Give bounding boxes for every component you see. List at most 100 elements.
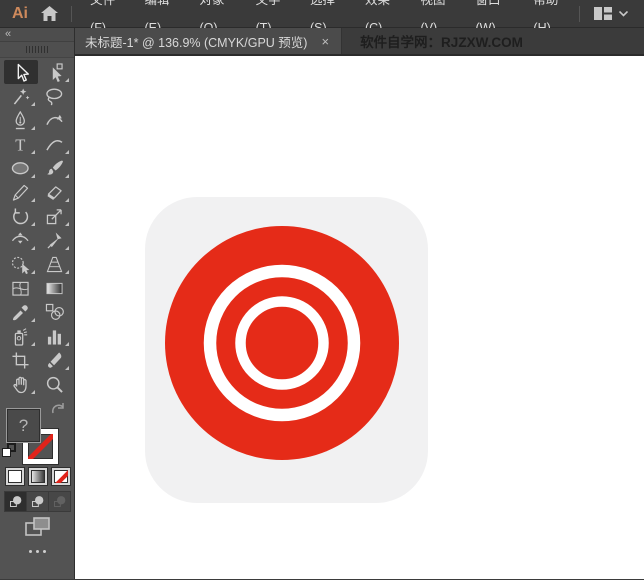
draw-normal-icon	[8, 494, 23, 509]
flyout-triangle-icon	[65, 78, 69, 82]
gradient-button[interactable]	[29, 468, 47, 485]
document-tab-title: 未标题-1* @ 136.9% (CMYK/GPU 预览)	[85, 32, 307, 51]
shape-builder-icon	[11, 255, 30, 274]
paintbrush-tool[interactable]	[38, 156, 72, 180]
scale-tool[interactable]	[38, 204, 72, 228]
ellipse-icon	[11, 159, 30, 178]
color-button[interactable]	[6, 468, 24, 485]
slice-tool[interactable]	[38, 348, 72, 372]
selection-tool[interactable]	[4, 60, 38, 84]
rotate-tool[interactable]	[4, 204, 38, 228]
home-icon	[41, 6, 58, 21]
perspective-grid-tool[interactable]	[38, 252, 72, 276]
screen-mode-icon	[25, 517, 51, 537]
lasso-tool[interactable]	[38, 84, 72, 108]
dot-icon	[43, 550, 46, 553]
line-segment-tool[interactable]	[38, 132, 72, 156]
shape-builder-tool[interactable]	[4, 252, 38, 276]
direct-selection-tool[interactable]	[38, 60, 72, 84]
eraser-icon	[45, 183, 64, 202]
eraser-tool[interactable]	[38, 180, 72, 204]
swap-arrow-icon	[50, 402, 67, 416]
artboard-canvas[interactable]	[75, 56, 644, 579]
workspace-layout-icon	[594, 7, 612, 20]
width-icon	[11, 231, 30, 250]
none-slash-icon	[52, 468, 70, 485]
puppet-warp-tool[interactable]	[38, 228, 72, 252]
fill-stroke-cluster: ?	[0, 402, 75, 468]
red-circle-shape[interactable]	[165, 226, 399, 460]
document-tab[interactable]: 未标题-1* @ 136.9% (CMYK/GPU 预览) ×	[75, 28, 342, 54]
pen-icon	[11, 111, 30, 130]
tools-panel-collapse[interactable]: «	[0, 28, 74, 42]
mesh-tool[interactable]	[4, 276, 38, 300]
flyout-triangle-icon	[31, 150, 35, 154]
selection-icon	[11, 63, 30, 82]
perspective-grid-icon	[45, 255, 64, 274]
pencil-icon	[11, 183, 30, 202]
pencil-tool[interactable]	[4, 180, 38, 204]
draw-behind-icon	[30, 494, 45, 509]
width-tool[interactable]	[4, 228, 38, 252]
fill-unknown-indicator: ?	[19, 416, 28, 436]
gradient-icon	[45, 279, 64, 298]
magic-wand-tool[interactable]	[4, 84, 38, 108]
flyout-triangle-icon	[31, 270, 35, 274]
curvature-icon	[45, 111, 64, 130]
home-button[interactable]	[38, 4, 61, 24]
magic-wand-icon	[11, 87, 30, 106]
symbol-sprayer-tool[interactable]	[4, 324, 38, 348]
none-button[interactable]	[52, 468, 70, 485]
column-graph-tool[interactable]	[38, 324, 72, 348]
artboard-icon	[11, 351, 30, 370]
curvature-tool[interactable]	[38, 108, 72, 132]
dot-icon	[36, 550, 39, 553]
paintbrush-icon	[45, 159, 64, 178]
icon-artwork[interactable]	[75, 56, 644, 579]
color-type-buttons	[6, 468, 70, 485]
watermark-text: 软件自学网：RJZXW.COM	[342, 28, 523, 54]
eyedropper-icon	[11, 303, 30, 322]
default-fill-icon	[2, 448, 11, 457]
screen-mode-button[interactable]	[0, 517, 75, 537]
tools-panel: « T ?	[0, 28, 75, 579]
puppet-warp-icon	[45, 231, 64, 250]
column-graph-icon	[45, 327, 64, 346]
zoom-tool[interactable]	[38, 372, 72, 396]
type-tool[interactable]: T	[4, 132, 38, 156]
illustrator-window: Ai 文件(F)编辑(E)对象(O)文字(T)选择(S)效果(C)视图(V)窗口…	[0, 0, 644, 580]
direct-selection-icon	[45, 63, 64, 82]
tab-close-button[interactable]: ×	[321, 35, 329, 48]
eyedropper-tool[interactable]	[4, 300, 38, 324]
tool-grid: T	[0, 60, 75, 396]
slice-icon	[45, 351, 64, 370]
workspace-switcher-button[interactable]	[594, 7, 628, 20]
draw-inside-button[interactable]	[49, 492, 70, 511]
hand-icon	[11, 375, 30, 394]
flyout-triangle-icon	[65, 222, 69, 226]
draw-behind-button[interactable]	[27, 492, 49, 511]
edit-toolbar-button[interactable]	[0, 550, 75, 553]
drawing-mode-buttons	[4, 491, 71, 512]
flyout-triangle-icon	[31, 198, 35, 202]
draw-normal-button[interactable]	[5, 492, 27, 511]
fill-color-swatch[interactable]: ?	[6, 408, 41, 443]
flyout-triangle-icon	[65, 174, 69, 178]
flyout-triangle-icon	[31, 126, 35, 130]
gradient-tool[interactable]	[38, 276, 72, 300]
artboard-tool[interactable]	[4, 348, 38, 372]
grip-dots-icon	[26, 46, 48, 53]
menu-bar: Ai 文件(F)编辑(E)对象(O)文字(T)选择(S)效果(C)视图(V)窗口…	[0, 0, 644, 28]
mesh-icon	[11, 279, 30, 298]
default-fill-stroke-button[interactable]	[2, 443, 16, 457]
ellipse-tool[interactable]	[4, 156, 38, 180]
flyout-triangle-icon	[31, 318, 35, 322]
blend-tool[interactable]	[38, 300, 72, 324]
swap-fill-stroke-button[interactable]	[50, 402, 67, 416]
pen-tool[interactable]	[4, 108, 38, 132]
flyout-triangle-icon	[65, 342, 69, 346]
flyout-triangle-icon	[65, 150, 69, 154]
hand-tool[interactable]	[4, 372, 38, 396]
tools-panel-grip[interactable]	[0, 42, 74, 58]
chevron-down-icon	[619, 11, 628, 17]
